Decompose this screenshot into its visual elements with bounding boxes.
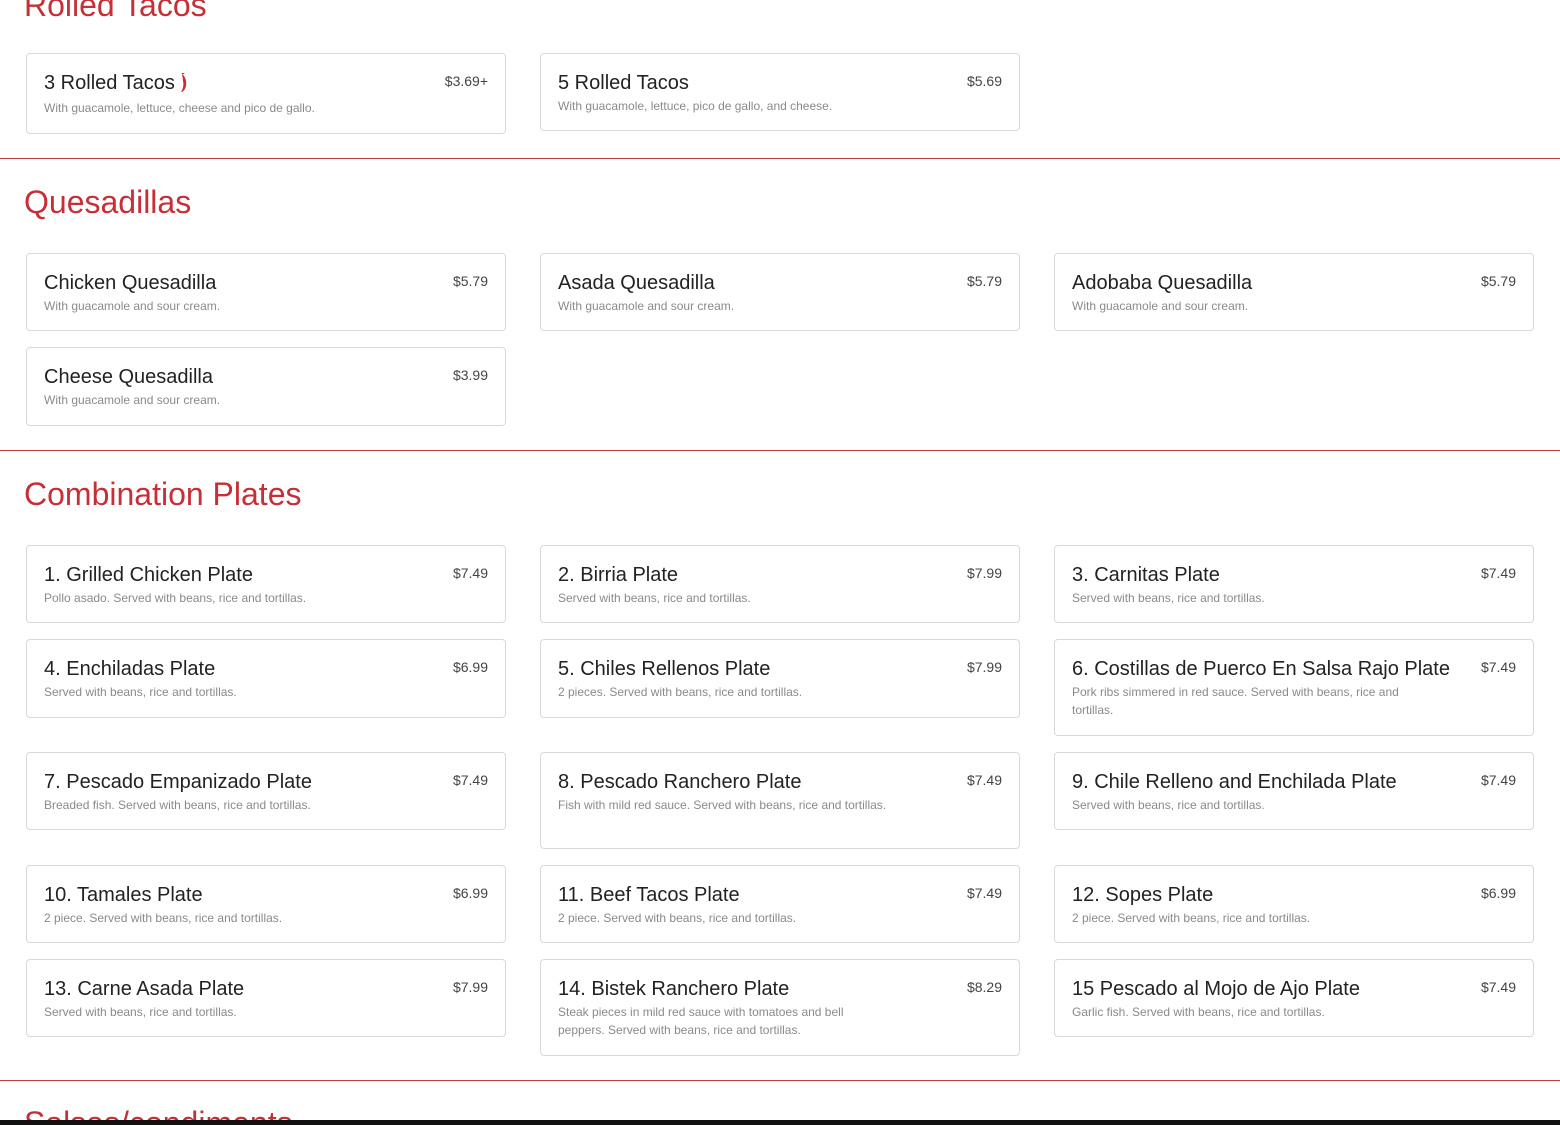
menu-item-name: Asada Quesadilla [558, 272, 715, 294]
menu-item-description: 2 piece. Served with beans, rice and tor… [1072, 911, 1311, 925]
menu-item-price: $3.99 [452, 367, 488, 383]
menu-item-description: 2 piece. Served with beans, rice and tor… [558, 911, 797, 925]
menu-item-description: Served with beans, rice and tortillas. [1072, 798, 1265, 812]
menu-item-card[interactable]: 5 Rolled Tacos $5.69 With guacamole, let… [540, 53, 1020, 131]
menu-item-price: $7.49 [452, 565, 488, 581]
menu-item-card[interactable]: 10. Tamales Plate $6.99 2 piece. Served … [26, 865, 506, 943]
menu-item-card[interactable]: 3. Carnitas Plate $7.49 Served with bean… [1054, 545, 1534, 623]
menu-item-price: $5.79 [452, 273, 488, 289]
menu-item-name: 11. Beef Tacos Plate [558, 884, 740, 906]
menu-item-description: Breaded fish. Served with beans, rice an… [44, 798, 311, 812]
menu-item-name: 3 Rolled Tacos [44, 72, 175, 94]
menu-item-card[interactable]: 13. Carne Asada Plate $7.99 Served with … [26, 959, 506, 1037]
menu-item-card[interactable]: 9. Chile Relleno and Enchilada Plate $7.… [1054, 752, 1534, 830]
menu-item-price: $8.29 [966, 979, 1002, 995]
menu-item-name: 5. Chiles Rellenos Plate [558, 658, 771, 680]
menu-item-price: $7.49 [1480, 659, 1516, 675]
menu-item-name: 13. Carne Asada Plate [44, 978, 245, 1000]
menu-item-card[interactable]: 2. Birria Plate $7.99 Served with beans,… [540, 545, 1020, 623]
menu-item-card[interactable]: 7. Pescado Empanizado Plate $7.49 Breade… [26, 752, 506, 830]
menu-item-price: $7.49 [966, 885, 1002, 901]
section-title-rolled-tacos: Rolled Tacos [24, 0, 207, 23]
menu-item-name: 7. Pescado Empanizado Plate [44, 771, 312, 793]
menu-item-name: 2. Birria Plate [558, 564, 679, 586]
menu-item-name: 1. Grilled Chicken Plate [44, 564, 253, 586]
bottom-edge-bar [0, 1120, 1560, 1125]
menu-item-description: Served with beans, rice and tortillas. [44, 685, 237, 699]
menu-item-price: $7.49 [1480, 772, 1516, 788]
section-title-quesadillas: Quesadillas [24, 184, 192, 220]
menu-item-price: $7.49 [452, 772, 488, 788]
menu-item-price: $7.99 [966, 659, 1002, 675]
menu-item-name: 14. Bistek Ranchero Plate [558, 978, 790, 1000]
section-divider [0, 1080, 1560, 1081]
menu-item-name: 8. Pescado Ranchero Plate [558, 771, 802, 793]
menu-item-card[interactable]: 12. Sopes Plate $6.99 2 piece. Served wi… [1054, 865, 1534, 943]
menu-page: Rolled Tacos 3 Rolled Tacos $3.69+ With … [0, 0, 1560, 1125]
menu-item-description: Served with beans, rice and tortillas. [558, 591, 751, 605]
menu-item-name: 15 Pescado al Mojo de Ajo Plate [1072, 978, 1360, 1000]
menu-item-price: $5.69 [966, 73, 1002, 89]
menu-item-card[interactable]: 11. Beef Tacos Plate $7.49 2 piece. Serv… [540, 865, 1020, 943]
menu-item-name: 3. Carnitas Plate [1072, 564, 1220, 586]
menu-item-description: With guacamole and sour cream. [1072, 299, 1249, 313]
menu-item-description: With guacamole and sour cream. [558, 299, 735, 313]
menu-item-price: $7.49 [966, 772, 1002, 788]
menu-item-name: 9. Chile Relleno and Enchilada Plate [1072, 771, 1397, 793]
menu-item-price: $5.79 [966, 273, 1002, 289]
menu-item-card[interactable]: 6. Costillas de Puerco En Salsa Rajo Pla… [1054, 639, 1534, 736]
menu-item-card[interactable]: 8. Pescado Ranchero Plate $7.49 Fish wit… [540, 752, 1020, 849]
menu-item-name: 4. Enchiladas Plate [44, 658, 216, 680]
menu-item-description: Garlic fish. Served with beans, rice and… [1072, 1005, 1325, 1019]
menu-item-price: $5.79 [1480, 273, 1516, 289]
menu-item-card[interactable]: 15 Pescado al Mojo de Ajo Plate $7.49 Ga… [1054, 959, 1534, 1037]
chili-pepper-icon [179, 72, 189, 93]
menu-item-description: 2 piece. Served with beans, rice and tor… [44, 911, 283, 925]
menu-item-card[interactable]: 14. Bistek Ranchero Plate $8.29 Steak pi… [540, 959, 1020, 1056]
section-divider [0, 450, 1560, 451]
menu-item-name: Cheese Quesadilla [44, 366, 213, 388]
menu-item-name: 10. Tamales Plate [44, 884, 203, 906]
menu-item-name: Chicken Quesadilla [44, 272, 217, 294]
menu-item-price: $6.99 [1480, 885, 1516, 901]
menu-item-description: Pollo asado. Served with beans, rice and… [44, 591, 307, 605]
section-divider [0, 158, 1560, 159]
menu-item-price: $6.99 [452, 659, 488, 675]
menu-item-name: 6. Costillas de Puerco En Salsa Rajo Pla… [1072, 658, 1450, 680]
menu-item-price: $7.49 [1480, 979, 1516, 995]
menu-item-name: 5 Rolled Tacos [558, 72, 689, 94]
menu-item-description: Steak pieces in mild red sauce with toma… [558, 1005, 844, 1037]
menu-item-description: With guacamole, lettuce, cheese and pico… [44, 101, 315, 115]
section-title-combination-plates: Combination Plates [24, 476, 302, 512]
menu-item-name-row: 3 Rolled Tacos [44, 71, 189, 95]
menu-item-description: Fish with mild red sauce. Served with be… [558, 798, 887, 812]
menu-item-description: Pork ribs simmered in red sauce. Served … [1072, 685, 1399, 717]
menu-item-card[interactable]: 4. Enchiladas Plate $6.99 Served with be… [26, 639, 506, 718]
menu-item-price: $6.99 [452, 885, 488, 901]
menu-item-name: Adobaba Quesadilla [1072, 272, 1253, 294]
menu-item-description: Served with beans, rice and tortillas. [1072, 591, 1265, 605]
menu-item-card[interactable]: 3 Rolled Tacos $3.69+ With guacamole, le… [26, 53, 506, 134]
menu-item-price: $7.49 [1480, 565, 1516, 581]
menu-item-price: $7.99 [966, 565, 1002, 581]
menu-item-name: 12. Sopes Plate [1072, 884, 1214, 906]
menu-item-description: Served with beans, rice and tortillas. [44, 1005, 237, 1019]
menu-item-card[interactable]: 5. Chiles Rellenos Plate $7.99 2 pieces.… [540, 639, 1020, 718]
menu-item-description: With guacamole and sour cream. [44, 299, 221, 313]
menu-item-description: 2 pieces. Served with beans, rice and to… [558, 685, 803, 699]
menu-item-description: With guacamole, lettuce, pico de gallo, … [558, 99, 833, 113]
menu-item-description: With guacamole and sour cream. [44, 393, 221, 407]
menu-item-price: $7.99 [452, 979, 488, 995]
menu-item-card[interactable]: Cheese Quesadilla $3.99 With guacamole a… [26, 347, 506, 426]
menu-item-card[interactable]: Asada Quesadilla $5.79 With guacamole an… [540, 253, 1020, 331]
menu-item-card[interactable]: 1. Grilled Chicken Plate $7.49 Pollo asa… [26, 545, 506, 623]
menu-item-card[interactable]: Chicken Quesadilla $5.79 With guacamole … [26, 253, 506, 331]
menu-item-price: $3.69+ [444, 73, 488, 89]
menu-item-card[interactable]: Adobaba Quesadilla $5.79 With guacamole … [1054, 253, 1534, 331]
